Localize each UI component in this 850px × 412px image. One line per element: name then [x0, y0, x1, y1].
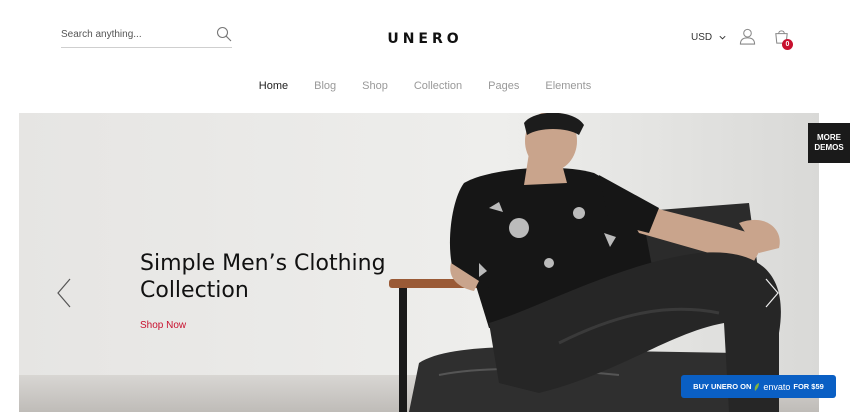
- currency-label: USD: [691, 32, 713, 43]
- currency-selector[interactable]: USD: [691, 32, 727, 43]
- more-demos-line1: MORE: [817, 133, 841, 142]
- cart-count-badge: 0: [782, 39, 793, 50]
- nav-item-collection[interactable]: Collection: [414, 80, 462, 92]
- chevron-right-icon[interactable]: [764, 278, 780, 308]
- buy-unero-button[interactable]: BUY UNERO ON envato FOR $59: [681, 375, 836, 398]
- more-demos-line2: DEMOS: [814, 143, 844, 152]
- hero-headline-line1: Simple Men’s Clothing: [140, 251, 386, 276]
- hero-headline: Simple Men’s Clothing Collection: [140, 250, 420, 304]
- nav-item-home[interactable]: Home: [259, 80, 288, 92]
- main-nav: Home Blog Shop Collection Pages Elements: [0, 80, 850, 92]
- nav-item-elements[interactable]: Elements: [545, 80, 591, 92]
- buy-brand: envato: [763, 381, 791, 392]
- envato-leaf-icon: [755, 382, 760, 391]
- hero-headline-line2: Collection: [140, 278, 249, 303]
- shop-now-link[interactable]: Shop Now: [140, 320, 186, 331]
- buy-suffix: FOR $59: [793, 382, 824, 391]
- buy-prefix: BUY UNERO ON: [693, 382, 752, 391]
- nav-item-pages[interactable]: Pages: [488, 80, 519, 92]
- more-demos-button[interactable]: MORE DEMOS: [808, 123, 850, 163]
- nav-item-shop[interactable]: Shop: [362, 80, 388, 92]
- user-icon[interactable]: [739, 28, 756, 45]
- chevron-left-icon[interactable]: [56, 278, 72, 308]
- nav-item-blog[interactable]: Blog: [314, 80, 336, 92]
- hero-slider: Simple Men’s Clothing Collection Shop No…: [19, 113, 819, 412]
- chevron-down-icon: [719, 35, 726, 40]
